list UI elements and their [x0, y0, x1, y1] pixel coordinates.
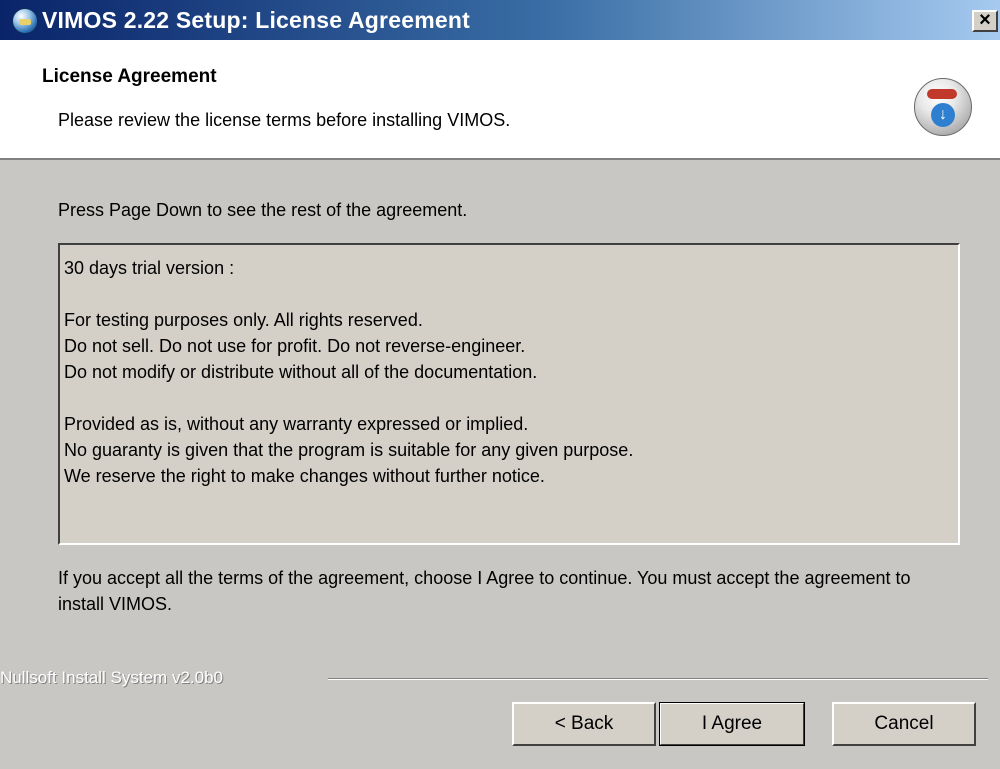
wizard-header: License Agreement Please review the lice…	[0, 40, 1000, 160]
nsis-cd-install-icon: ↓	[914, 78, 972, 136]
window-title: VIMOS 2.22 Setup: License Agreement	[42, 7, 470, 33]
cd-label-shape	[927, 89, 957, 99]
title-bar[interactable]: VIMOS 2.22 Setup: License Agreement ×	[0, 0, 1000, 40]
license-line: Provided as is, without any warranty exp…	[64, 414, 529, 434]
license-line: No guaranty is given that the program is…	[64, 440, 634, 460]
instruction-text: Press Page Down to see the rest of the a…	[58, 200, 468, 220]
download-arrow-icon: ↓	[931, 103, 955, 127]
accept-instructions: If you accept all the terms of the agree…	[58, 568, 911, 614]
page-subtitle: Please review the license terms before i…	[58, 110, 511, 130]
back-button[interactable]: < Back	[512, 702, 656, 746]
page-title: License Agreement	[42, 66, 217, 87]
license-line: Do not modify or distribute without all …	[64, 362, 538, 382]
license-line	[64, 385, 954, 411]
license-line: For testing purposes only. All rights re…	[64, 310, 423, 330]
license-line	[64, 281, 954, 307]
license-line: Do not sell. Do not use for profit. Do n…	[64, 336, 526, 356]
cancel-button[interactable]: Cancel	[832, 702, 976, 746]
installer-globe-icon	[12, 8, 38, 34]
i-agree-button[interactable]: I Agree	[659, 702, 805, 746]
close-button[interactable]: ×	[972, 10, 998, 32]
license-textbox[interactable]: 30 days trial version : For testing purp…	[58, 243, 960, 545]
footer-divider	[328, 678, 988, 680]
nsis-branding: Nullsoft Install System v2.0b0	[0, 668, 223, 687]
setup-window: VIMOS 2.22 Setup: License Agreement × Li…	[0, 0, 1000, 769]
license-line: We reserve the right to make changes wit…	[64, 466, 545, 486]
license-line: 30 days trial version :	[64, 258, 235, 278]
